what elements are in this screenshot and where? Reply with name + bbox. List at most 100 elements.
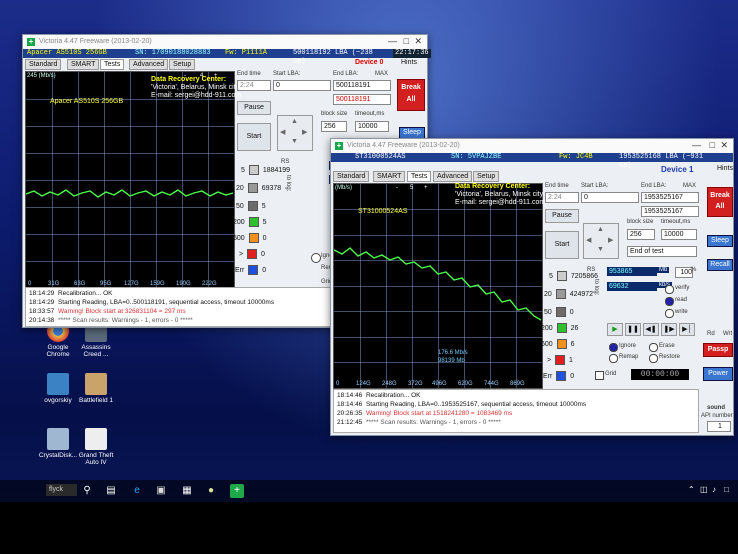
power-button[interactable]: Power — [703, 367, 733, 381]
counter-threshold: Err — [543, 372, 553, 380]
desktop-icon-battlefield[interactable]: Battlefield 1 — [76, 373, 116, 404]
x-tick: 248G — [382, 381, 397, 387]
maximize-icon[interactable]: □ — [404, 36, 409, 46]
desktop-icon-crystaldisk[interactable]: CrystalDisk... — [38, 428, 78, 459]
counter-row: 200 26 — [541, 323, 578, 333]
end-time-field[interactable]: 2:24 — [545, 192, 579, 203]
pause-icon[interactable]: ❚❚ — [625, 323, 641, 336]
tab-advanced[interactable]: Advanced — [433, 171, 473, 182]
counter-value: 0 — [262, 234, 267, 242]
erase-radio[interactable] — [649, 343, 658, 352]
verify-radio[interactable] — [665, 285, 674, 294]
tab-setup[interactable]: Setup — [473, 171, 500, 182]
counter-row: 5 7205866 — [549, 271, 598, 281]
tab-tests[interactable]: Tests — [407, 171, 432, 182]
end-lba-current: 1953525167 — [641, 206, 699, 217]
language-icon[interactable]: □ — [724, 485, 729, 494]
skip-forward-icon[interactable]: ❚▶ — [661, 323, 677, 336]
desktop-icon-ovgorskiy[interactable]: ovgorskiy — [38, 373, 78, 404]
drc-city: 'Victoria', Belarus, Minsk city — [151, 84, 240, 91]
start-button[interactable]: Start — [545, 231, 579, 259]
network-icon[interactable]: ◫ — [700, 485, 708, 494]
counter-value: 1884199 — [262, 166, 291, 174]
tab-smart[interactable]: SMART — [67, 59, 100, 70]
counter-value: 0 — [569, 308, 574, 316]
volume-icon[interactable]: ♪ — [712, 485, 716, 494]
search-icon[interactable]: ⚲ — [80, 484, 94, 498]
ignore-radio[interactable] — [311, 253, 321, 263]
break-all-button[interactable]: Break All — [707, 187, 733, 217]
write-radio[interactable] — [665, 309, 674, 318]
end-lba-field[interactable]: 500118191 — [333, 80, 391, 91]
passp-button[interactable]: Passp — [703, 343, 733, 357]
max-button[interactable]: MAX — [683, 183, 696, 189]
tab-advanced[interactable]: Advanced — [129, 59, 169, 70]
restore-radio[interactable] — [649, 354, 658, 363]
end-lba-label: End LBA: — [641, 183, 667, 189]
graph-drive-label: ST31000524AS — [358, 208, 408, 215]
block-color-orange — [248, 233, 259, 243]
close-icon[interactable]: ✕ — [720, 140, 728, 151]
block-size-select[interactable]: 256 — [627, 229, 655, 240]
zoom-minus[interactable]: - — [396, 185, 398, 191]
file-explorer-icon[interactable]: ▣ — [154, 484, 168, 498]
max-button[interactable]: MAX — [375, 71, 388, 77]
counter-row: 50 0 — [544, 307, 574, 317]
end-of-test-select[interactable]: End of test — [627, 246, 697, 257]
hints-checkbox[interactable]: Hints — [401, 59, 417, 66]
counter-value: 0 — [262, 266, 267, 274]
counter-threshold: 200 — [233, 218, 245, 226]
block-color-grey — [556, 271, 567, 281]
counter-value: 5 — [262, 218, 267, 226]
timeout-select[interactable]: 10000 — [355, 121, 389, 132]
zoom-plus[interactable]: + — [424, 185, 428, 191]
arrow-down-icon: ▼ — [291, 138, 298, 145]
desktop-icon-gta[interactable]: Grand Theft Auto IV — [76, 428, 116, 466]
ignore-radio[interactable] — [609, 343, 618, 352]
elapsed-timer: 00:00:00 — [631, 369, 689, 380]
remap-radio[interactable] — [609, 354, 618, 363]
direction-pad[interactable]: ▲ ▼ ◀ ▶ — [277, 115, 313, 151]
direction-pad[interactable]: ▲ ▼ ◀ ▶ — [583, 223, 619, 259]
grid-checkbox[interactable] — [595, 371, 604, 380]
skip-back-icon[interactable]: ◀❚ — [643, 323, 659, 336]
play-icon[interactable]: ▶ — [607, 323, 623, 336]
end-icon[interactable]: ▶│ — [679, 323, 695, 336]
recall-button[interactable]: Recall — [707, 259, 733, 271]
end-time-field[interactable]: 2:24 — [237, 80, 271, 91]
tab-setup[interactable]: Setup — [169, 59, 196, 70]
minimize-icon[interactable]: — — [388, 36, 397, 46]
taskbar-search-box[interactable]: flyck — [46, 484, 77, 496]
read-radio[interactable] — [665, 297, 674, 306]
hints-checkbox[interactable]: Hints — [717, 165, 733, 172]
minimize-icon[interactable]: — — [692, 140, 701, 150]
counter-row: 20 424972 — [544, 289, 593, 299]
break-all-button[interactable]: Break All — [397, 79, 425, 111]
start-button[interactable]: Start — [237, 123, 271, 151]
pause-button[interactable]: Pause — [237, 101, 271, 115]
store-icon[interactable]: ▦ — [180, 484, 194, 498]
tray-chevron-icon[interactable]: ⌃ — [688, 485, 695, 494]
sleep-button[interactable]: Sleep — [707, 235, 733, 247]
maximize-icon[interactable]: □ — [710, 140, 715, 150]
tab-tests[interactable]: Tests — [100, 59, 125, 70]
tab-standard[interactable]: Standard — [25, 59, 62, 70]
start-lba-field[interactable]: 0 — [581, 192, 639, 203]
disk-icon — [47, 428, 69, 450]
block-size-select[interactable]: 256 — [321, 121, 347, 132]
close-icon[interactable]: ✕ — [414, 36, 422, 47]
timeout-select[interactable]: 10000 — [661, 229, 697, 240]
block-color-blue — [556, 371, 567, 381]
start-lba-field[interactable]: 0 — [273, 80, 331, 91]
end-lba-field[interactable]: 1953525167 — [641, 192, 699, 203]
pause-button[interactable]: Pause — [545, 209, 579, 223]
edge-icon[interactable]: e — [130, 484, 144, 498]
api-number-label: API number — [701, 413, 733, 419]
chrome-taskbar-icon[interactable]: ● — [204, 484, 218, 498]
task-view-icon[interactable]: ▤ — [104, 484, 118, 498]
y-max-label: (Mb/s) — [335, 185, 352, 191]
tab-smart[interactable]: SMART — [373, 171, 406, 182]
api-number-field[interactable]: 1 — [707, 421, 731, 432]
tab-standard[interactable]: Standard — [333, 171, 370, 182]
victoria-taskbar-icon[interactable]: + — [230, 484, 244, 498]
